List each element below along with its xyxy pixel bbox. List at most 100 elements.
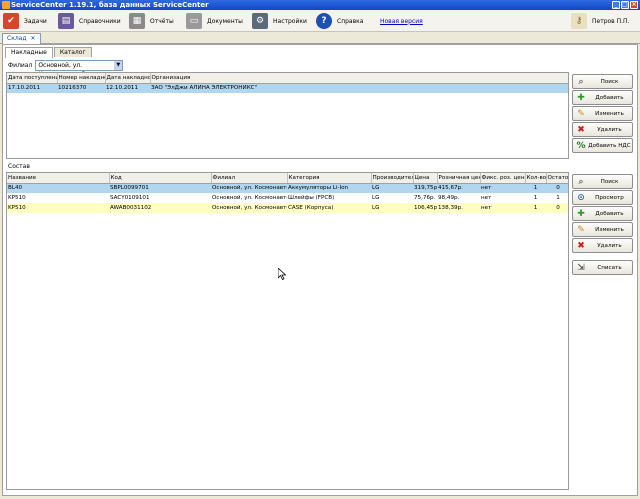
cell: нет [480, 183, 525, 193]
column-header[interactable]: Организация [150, 73, 568, 84]
view-icon: ⊙ [577, 192, 585, 203]
delete-button[interactable]: ✖ Удалить [572, 122, 633, 137]
window-title: ServiceCenter 1.19.1, база данных Servic… [11, 1, 209, 9]
cell: SBPL0099701 [109, 183, 211, 193]
documents-icon: ▭ [186, 13, 202, 29]
table-row[interactable]: KP510 AWAB0031102 Основной, ул. Космонав… [7, 203, 568, 213]
toolbar-references-label: Справочники [79, 17, 121, 25]
cell: AWAB0031102 [109, 203, 211, 213]
toolbar-references[interactable]: ▤ Справочники [58, 13, 121, 29]
cell: 10216370 [57, 83, 105, 93]
branch-select[interactable]: Основной, ул. Космонавтов 5 ▼ [35, 60, 124, 78]
cell: 0 [546, 183, 568, 193]
delete-button[interactable]: ✖ Удалить [572, 238, 633, 253]
edit-button[interactable]: ✎ Изменить [572, 222, 633, 237]
percent-icon: % [576, 140, 586, 151]
document-tabstrip: Склад ✕ [0, 32, 640, 44]
cell: нет [480, 203, 525, 213]
search-icon: ⌕ [578, 76, 584, 87]
user-name: Петров П.П. [592, 17, 630, 25]
table-row[interactable]: 17.10.2011 10216370 12.10.2011 ЗАО "ЭлДж… [7, 83, 568, 93]
view-button[interactable]: ⊙ Просмотр [572, 190, 633, 205]
user-key-icon: ⚷ [571, 13, 587, 29]
app-icon [2, 1, 10, 9]
chevron-down-icon[interactable]: ▼ [114, 61, 123, 70]
writeoff-button[interactable]: ⇲ Списать [572, 260, 633, 275]
help-icon: ? [316, 13, 332, 29]
add-button-label: Добавить [595, 210, 624, 217]
column-header[interactable]: Цена [413, 173, 438, 184]
view-button-label: Просмотр [595, 194, 624, 201]
edit-icon: ✎ [577, 108, 585, 119]
edit-button[interactable]: ✎ Изменить [572, 106, 633, 121]
column-header[interactable]: Дата поступления [7, 73, 58, 84]
column-header[interactable]: Остаток [546, 173, 568, 184]
branch-filter-label: Филиал [8, 62, 33, 69]
search-button[interactable]: ⌕ Поиск [572, 74, 633, 89]
add-vat-button[interactable]: % Добавить НДС [572, 138, 633, 153]
toolbar-documents-label: Документы [207, 17, 243, 25]
search-button-label: Поиск [600, 78, 619, 85]
cell: ЗАО "ЭлДжи АЛИНА ЭЛЕКТРОНИКС" [150, 83, 568, 93]
column-header[interactable]: Кол-во [525, 173, 547, 184]
search-button-label: Поиск [600, 178, 619, 185]
toolbar-tasks-label: Задачи [24, 17, 47, 25]
toolbar-help[interactable]: ? Справка [316, 13, 363, 29]
column-header[interactable]: Код [109, 173, 212, 184]
add-icon: ✚ [577, 92, 585, 103]
new-version-link[interactable]: Новая версия [380, 18, 423, 25]
column-header[interactable]: Розничная цена [437, 173, 481, 184]
cell: 106,45р. [413, 203, 437, 213]
branch-filter: Филиал Основной, ул. Космонавтов 5 ▼ [8, 60, 124, 78]
cell: Основной, ул. Космонавтов 5 [212, 195, 287, 201]
cell: 1 [525, 203, 546, 213]
column-header[interactable]: Производитель [371, 173, 414, 184]
invoices-table: Дата поступления Номер накладной Дата на… [6, 72, 569, 159]
cell: LG [371, 203, 413, 213]
add-button[interactable]: ✚ Добавить [572, 90, 633, 105]
user-menu[interactable]: ⚷ Петров П.П. [571, 13, 629, 29]
toolbar-documents[interactable]: ▭ Документы [186, 13, 243, 29]
tasks-icon: ✔ [3, 13, 19, 29]
cell: 98,49р. [438, 195, 460, 201]
column-header[interactable]: Дата накладной [105, 73, 151, 84]
maximize-button[interactable]: □ [621, 1, 629, 9]
add-button[interactable]: ✚ Добавить [572, 206, 633, 221]
column-header[interactable]: Номер накладной [57, 73, 106, 84]
toolbar-tasks[interactable]: ✔ Задачи [3, 13, 47, 29]
minimize-button[interactable]: _ [612, 1, 620, 9]
cell: 0 [546, 203, 568, 213]
cell: KP510 [7, 203, 109, 213]
tab-invoices[interactable]: Накладные [5, 47, 53, 58]
cell: 1 [556, 195, 560, 201]
title-bar: ServiceCenter 1.19.1, база данных Servic… [0, 0, 640, 10]
column-header[interactable]: Фикс. роз. цена? [480, 173, 526, 184]
tab-warehouse[interactable]: Склад ✕ [2, 33, 41, 44]
table-row[interactable]: KP510 SACY0109101 Основной, ул. Космонав… [7, 193, 568, 203]
column-header[interactable]: Категория [287, 173, 372, 184]
edit-button-label: Изменить [595, 110, 624, 117]
column-header[interactable]: Филиал [211, 173, 288, 184]
composition-label: Состав [8, 163, 30, 170]
close-tab-icon[interactable]: ✕ [30, 34, 35, 44]
cell: Шлейфы (FPCB) [288, 195, 335, 201]
cell: SACY0109101 [110, 195, 150, 201]
toolbar-reports-label: Отчёты [150, 17, 174, 25]
toolbar-reports[interactable]: ▦ Отчёты [129, 13, 174, 29]
cell: Аккумуляторы Li-Ion [287, 183, 371, 193]
add-button-label: Добавить [595, 94, 624, 101]
cell: Основной, ул. Космонавтов 5 [211, 183, 287, 193]
cell: BL40 [7, 183, 109, 193]
column-header[interactable]: Название [7, 173, 110, 184]
close-button[interactable]: × [630, 1, 638, 9]
mouse-cursor-icon [278, 268, 286, 280]
reports-icon: ▦ [129, 13, 145, 29]
search-button[interactable]: ⌕ Поиск [572, 174, 633, 189]
toolbar-settings[interactable]: ⚙ Настройки [252, 13, 307, 29]
tab-catalog[interactable]: Каталог [53, 47, 92, 57]
search-icon: ⌕ [578, 176, 584, 187]
cell: 415,67р. [437, 183, 480, 193]
table-row[interactable]: BL40 SBPL0099701 Основной, ул. Космонавт… [7, 183, 568, 193]
main-toolbar: ✔ Задачи ▤ Справочники ▦ Отчёты ▭ Докуме… [0, 10, 640, 32]
writeoff-icon: ⇲ [577, 262, 585, 273]
